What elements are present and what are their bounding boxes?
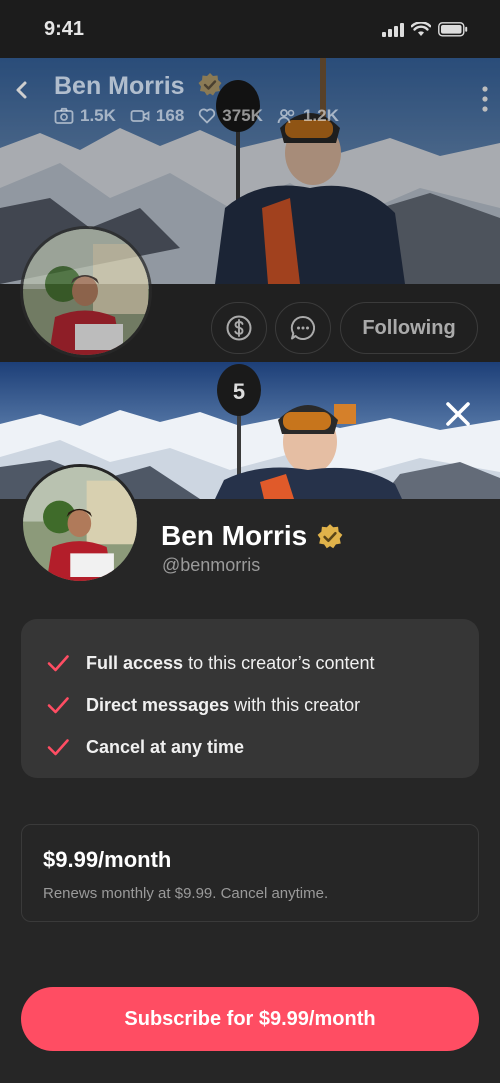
creator-handle: @benmorris (162, 555, 261, 575)
back-icon[interactable] (10, 78, 34, 102)
benefit-bold: Cancel at any time (86, 736, 245, 757)
status-icons (382, 22, 468, 37)
stat-value: 1.2K (302, 106, 339, 125)
benefit-bold: Full access (86, 652, 184, 673)
stat-videos: 168 (130, 106, 184, 126)
stat-value: 375K (222, 106, 263, 125)
signal-icon (382, 22, 404, 37)
benefit-item: Direct messages with this creator (46, 684, 479, 726)
users-icon (277, 109, 295, 124)
benefit-text: with this creator (234, 694, 361, 715)
creator-name: Ben Morris (161, 520, 308, 551)
avatar-image (23, 229, 149, 355)
status-time: 9:41 (44, 18, 85, 40)
camera-icon (54, 107, 74, 124)
benefit-text: to this creator’s content (188, 652, 375, 673)
following-button[interactable]: Following (340, 302, 478, 354)
video-icon (130, 110, 150, 122)
wifi-icon (411, 22, 431, 36)
benefit-item: Cancel at any time (46, 726, 479, 768)
status-bar: 9:41 (0, 0, 500, 58)
stat-photos: 1.5K (54, 106, 116, 126)
subscribe-button[interactable]: Subscribe for $9.99/month (21, 987, 479, 1051)
check-icon (47, 655, 69, 672)
close-icon[interactable] (444, 400, 472, 428)
price: $9.99/month (43, 847, 172, 872)
tip-button[interactable] (211, 302, 267, 354)
profile-name: Ben Morris (54, 72, 185, 100)
profile-stats: 1.5K 168 375K 1.2K (54, 106, 339, 126)
more-options-icon[interactable] (482, 86, 488, 112)
profile-header: Ben Morris 1.5K 168 375K 1.2K Following (0, 58, 500, 363)
price-note: Renews monthly at $9.99. Cancel anytime. (43, 885, 329, 902)
check-icon (47, 739, 69, 756)
verified-badge-icon (317, 524, 343, 549)
battery-icon (438, 22, 468, 37)
svg-text:5: 5 (233, 379, 245, 404)
stat-likes: 375K (198, 106, 263, 126)
message-button[interactable] (275, 302, 331, 354)
check-icon (47, 697, 69, 714)
sheet-avatar-image (23, 467, 137, 581)
chat-bubble-icon (290, 315, 315, 340)
verified-badge-icon (198, 73, 222, 96)
benefit-item: Full access to this creator’s content (46, 642, 479, 684)
heart-icon (199, 108, 216, 124)
price-card[interactable]: $9.99/month Renews monthly at $9.99. Can… (21, 824, 479, 922)
stat-value: 168 (155, 106, 185, 125)
benefits-card: Full access to this creator’s content Di… (21, 619, 479, 778)
stat-value: 1.5K (80, 106, 116, 125)
benefit-bold: Direct messages (86, 694, 230, 715)
subscribe-sheet: 5 Ben Morris @benmorris Full access to t… (0, 362, 500, 1083)
sheet-avatar (20, 464, 140, 584)
stat-followers: 1.2K (277, 106, 339, 126)
dollar-icon (226, 315, 252, 341)
avatar[interactable] (20, 226, 152, 358)
